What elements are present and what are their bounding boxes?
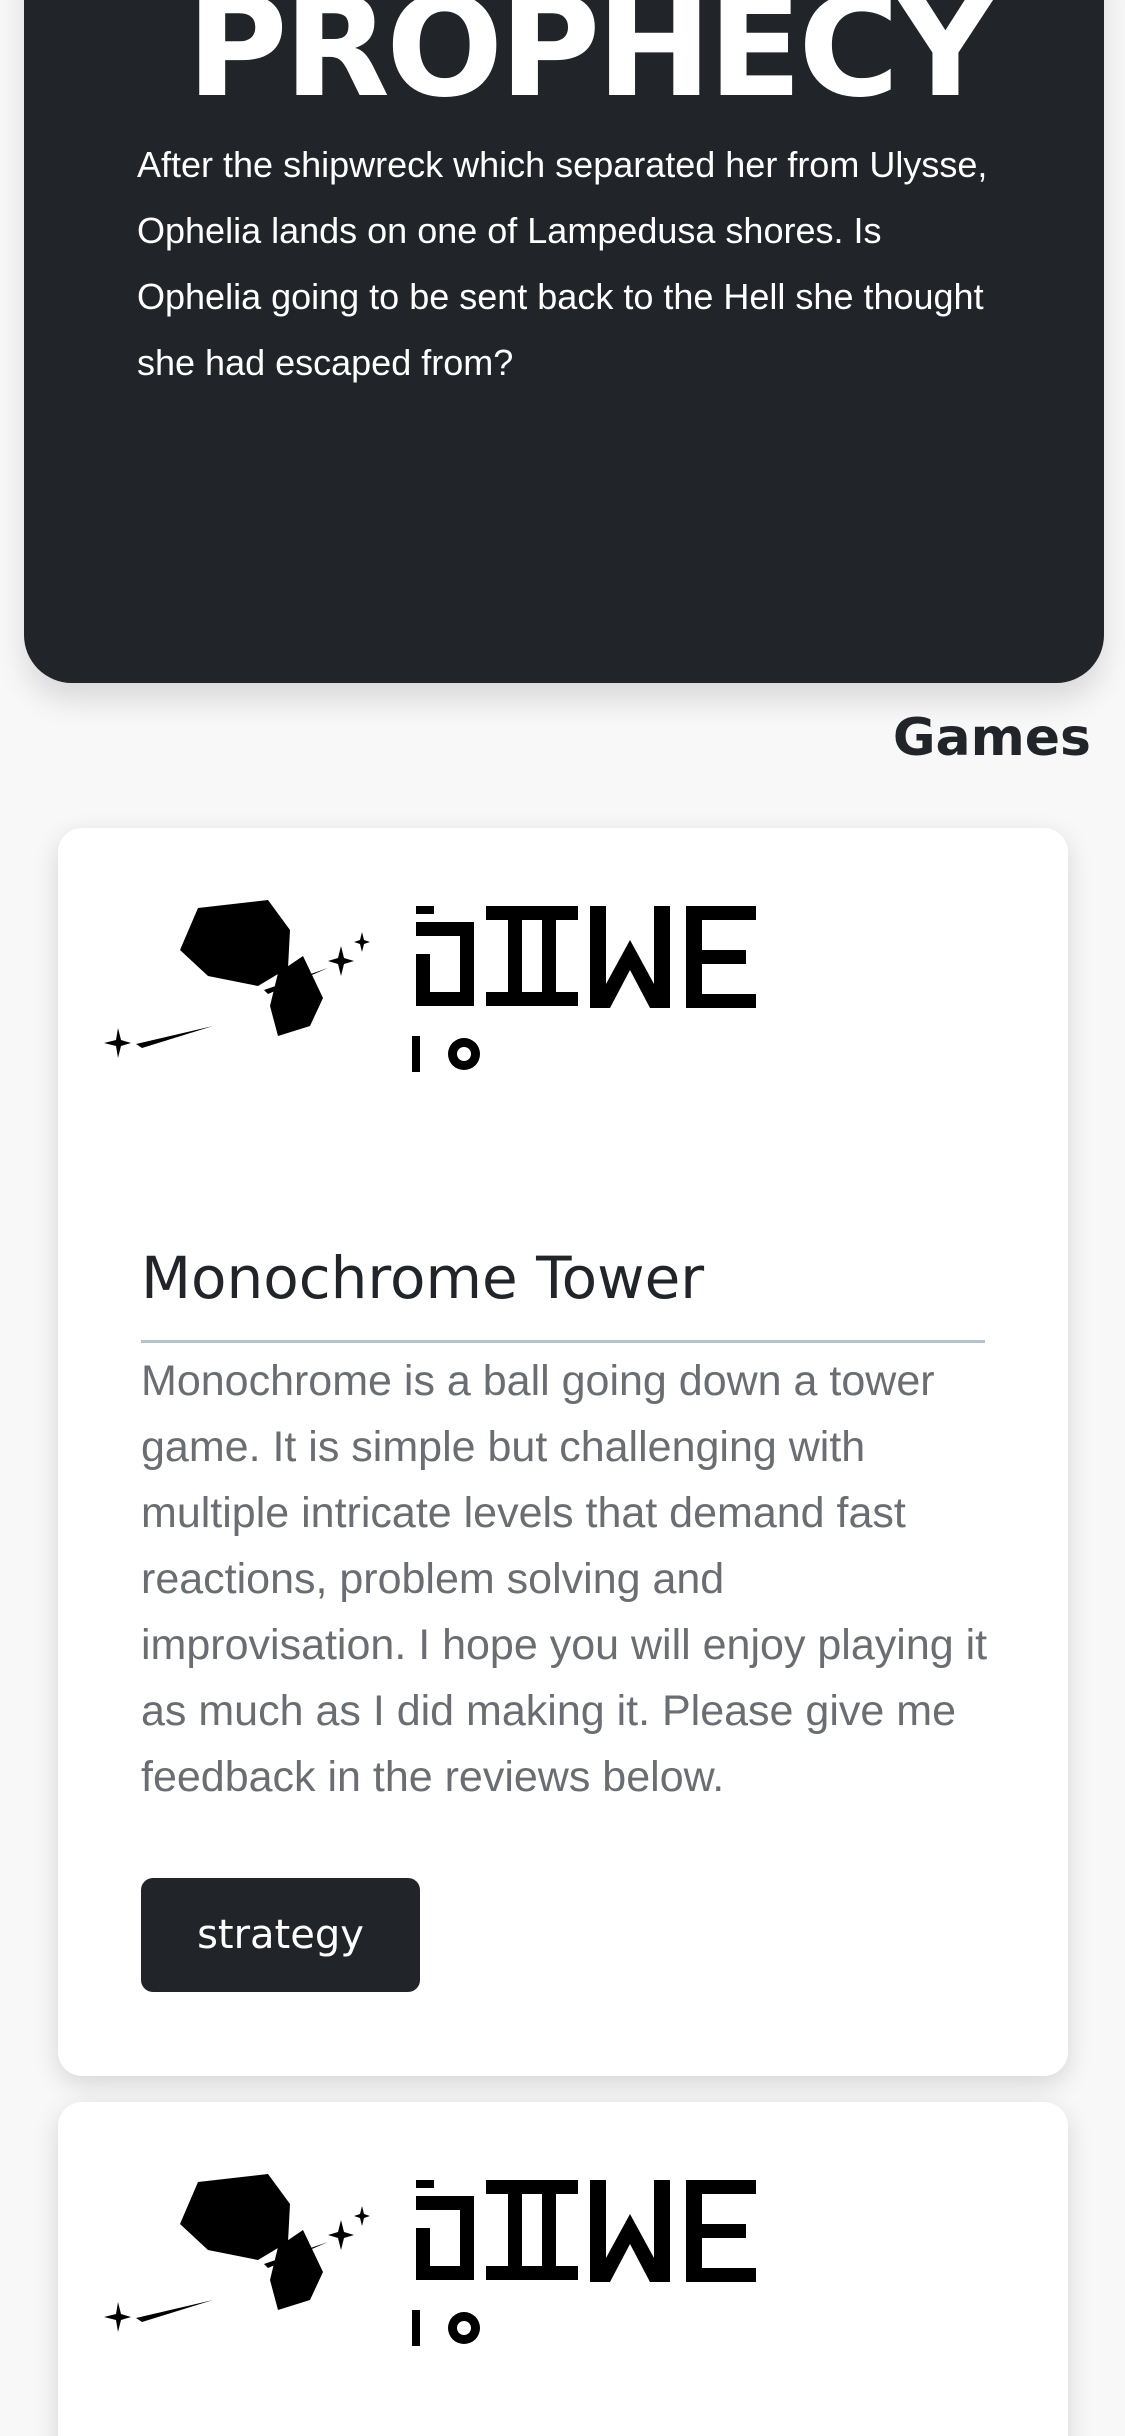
divider xyxy=(141,1340,985,1343)
hero-title: PROPHECY xyxy=(186,0,996,128)
game-description: Monochrome is a ball going down a tower … xyxy=(141,1357,988,1801)
game-card[interactable] xyxy=(58,2102,1068,2436)
eliwe-io-logo-icon xyxy=(104,2174,756,2346)
game-card[interactable]: Monochrome Tower Monochrome is a ball go… xyxy=(58,828,1068,2076)
hero-card: PROPHECY After the shipwreck which separ… xyxy=(24,0,1104,683)
games-heading: Games xyxy=(892,708,1091,768)
game-title[interactable]: Monochrome Tower xyxy=(141,1238,704,1318)
hero-description: After the shipwreck which separated her … xyxy=(137,144,988,383)
eliwe-io-logo-icon xyxy=(104,900,756,1072)
page: PROPHECY After the shipwreck which separ… xyxy=(0,0,1125,2436)
strategy-tag-button[interactable]: strategy xyxy=(141,1878,420,1992)
